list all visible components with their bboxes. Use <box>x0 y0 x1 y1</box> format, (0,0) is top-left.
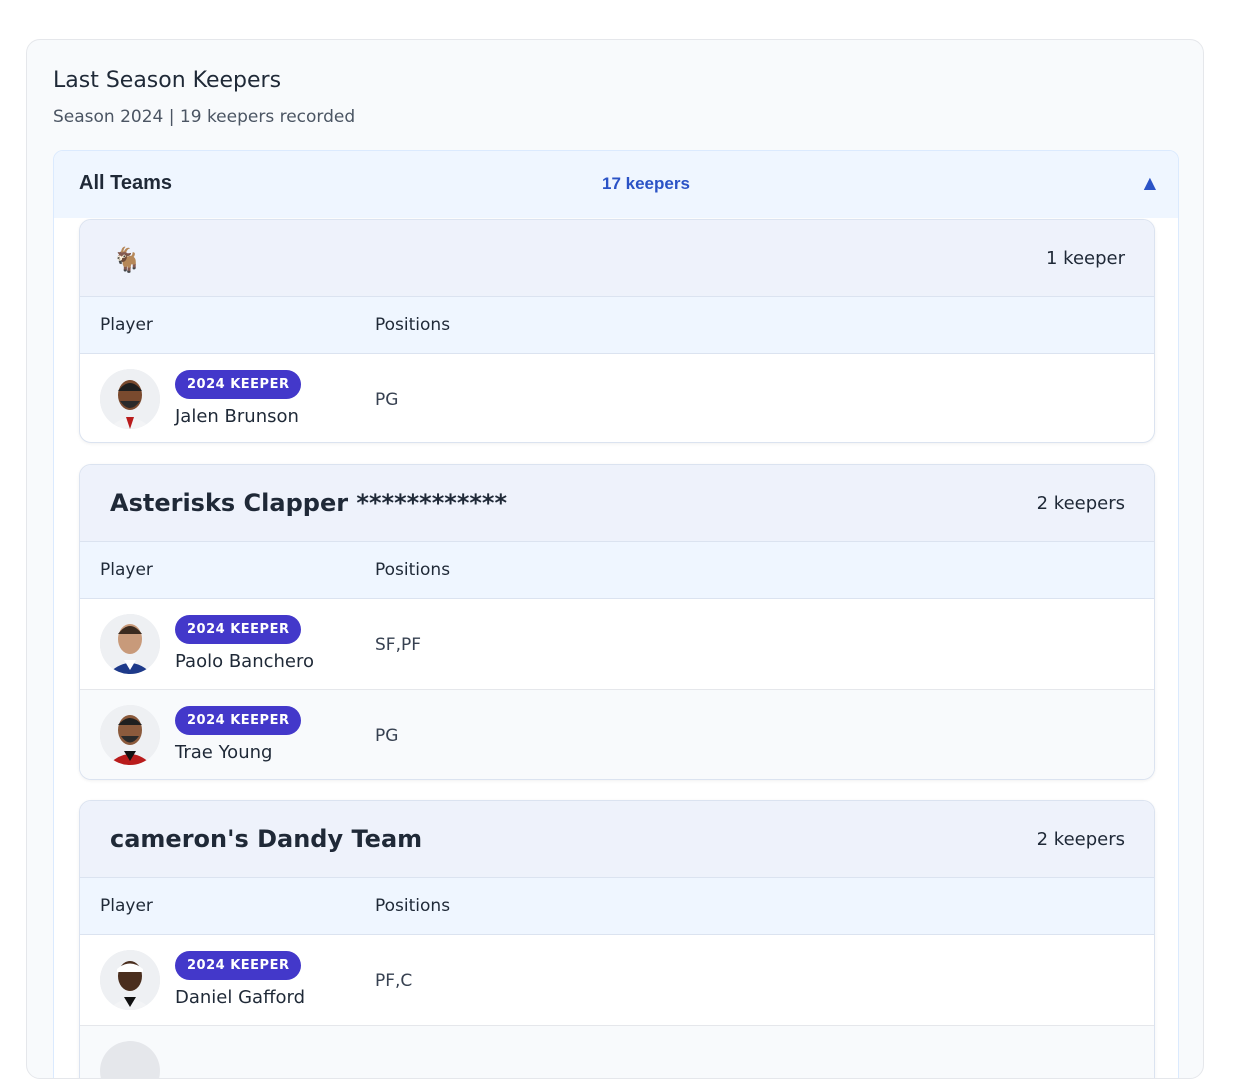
team-card: 🐐 1 keeper Player Positions 2024 KEEPER … <box>79 219 1155 443</box>
player-positions: PF,C <box>375 971 413 991</box>
table-row: 2024 KEEPER Paolo Banchero SF,PF <box>80 599 1154 690</box>
player-avatar[interactable] <box>100 705 160 765</box>
column-header-positions: Positions <box>375 896 451 916</box>
keeper-badge: 2024 KEEPER <box>175 951 302 980</box>
team-keeper-count: 1 keeper <box>1045 248 1125 269</box>
player-positions: SF,PF <box>375 635 422 655</box>
table-header-row: Player Positions <box>80 878 1154 935</box>
section-title: Last Season Keepers <box>53 68 282 93</box>
team-header: 🐐 1 keeper <box>80 220 1154 297</box>
player-name[interactable]: Trae Young <box>175 742 272 763</box>
accordion-keeper-count: 17 keepers <box>602 174 690 193</box>
column-header-positions: Positions <box>375 560 451 580</box>
team-header: cameron's Dandy Team 2 keepers <box>80 801 1154 878</box>
section-subtitle: Season 2024 | 19 keepers recorded <box>53 107 356 127</box>
keeper-badge: 2024 KEEPER <box>175 615 302 644</box>
goat-icon: 🐐 <box>112 246 142 274</box>
team-header: Asterisks Clapper ************ 2 keepers <box>80 465 1154 542</box>
column-header-player: Player <box>100 315 153 335</box>
table-row: 2024 KEEPER Jalen Brunson PG <box>80 354 1154 442</box>
team-name: Asterisks Clapper ************ <box>110 489 508 517</box>
collapse-toggle-icon[interactable]: ▲ <box>1144 173 1156 192</box>
table-header-row: Player Positions <box>80 297 1154 354</box>
team-card: Asterisks Clapper ************ 2 keepers… <box>79 464 1155 780</box>
team-keeper-count: 2 keepers <box>1036 829 1125 850</box>
keeper-badge: 2024 KEEPER <box>175 706 302 735</box>
player-name[interactable]: Jalen Brunson <box>175 406 299 427</box>
player-positions: PG <box>375 390 399 410</box>
table-header-row: Player Positions <box>80 542 1154 599</box>
keeper-badge: 2024 KEEPER <box>175 370 302 399</box>
team-name: cameron's Dandy Team <box>110 825 423 853</box>
all-teams-accordion-header[interactable]: All Teams 17 keepers ▲ <box>54 151 1178 218</box>
team-keeper-count: 2 keepers <box>1036 493 1125 514</box>
column-header-positions: Positions <box>375 315 451 335</box>
player-name[interactable]: Paolo Banchero <box>175 651 314 672</box>
column-header-player: Player <box>100 560 153 580</box>
all-teams-accordion: All Teams 17 keepers ▲ 🐐 1 keeper Player… <box>53 150 1179 1078</box>
player-avatar[interactable] <box>100 614 160 674</box>
player-name[interactable]: Daniel Gafford <box>175 987 305 1008</box>
player-avatar[interactable] <box>100 950 160 1010</box>
last-season-keepers-card: Last Season Keepers Season 2024 | 19 kee… <box>26 39 1204 1079</box>
column-header-player: Player <box>100 896 153 916</box>
team-card: cameron's Dandy Team 2 keepers Player Po… <box>79 800 1155 1078</box>
accordion-title: All Teams <box>79 172 172 194</box>
player-avatar[interactable] <box>100 369 160 429</box>
table-row: 2024 KEEPER Trae Young PG <box>80 690 1154 779</box>
table-row: 2024 KEEPER Daniel Gafford PF,C <box>80 935 1154 1026</box>
table-row <box>80 1026 1154 1078</box>
player-avatar[interactable] <box>100 1041 160 1078</box>
player-positions: PG <box>375 726 399 746</box>
